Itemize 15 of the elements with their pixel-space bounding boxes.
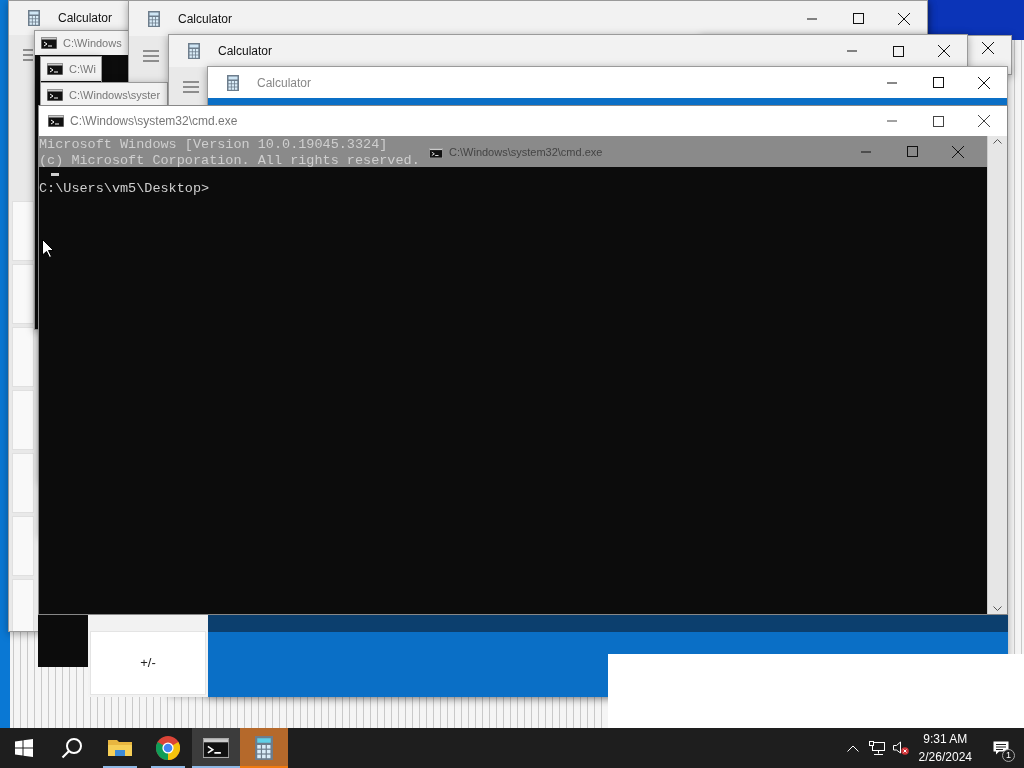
window-title: C:\Windows (63, 35, 122, 51)
console-text: (c) Microsoft Corporation. All rights reserved. (39, 153, 420, 169)
window-title: Calculator (57, 10, 113, 27)
window-title: Calculator (177, 10, 233, 28)
clock[interactable]: 9:31 AM 2/26/2024 (912, 730, 978, 766)
window-title: Calculator (217, 43, 273, 60)
window-title: C:\Windows\system32\cmd.exe (449, 145, 603, 161)
window-title: C:\Windows\syster (69, 87, 161, 103)
window-title: Calculator (256, 74, 312, 92)
console-text: C:\Users\vm5\Desktop> (39, 181, 210, 197)
window-title: C:\Wi (69, 61, 96, 77)
console-text: Microsoft Windows [Version 10.0.19045.3324] (39, 137, 388, 153)
notifications-button[interactable]: 1 (978, 728, 1024, 768)
calculator-key[interactable]: +/- (90, 631, 206, 695)
window-title: C:\Windows\system32\cmd.exe (70, 113, 238, 130)
